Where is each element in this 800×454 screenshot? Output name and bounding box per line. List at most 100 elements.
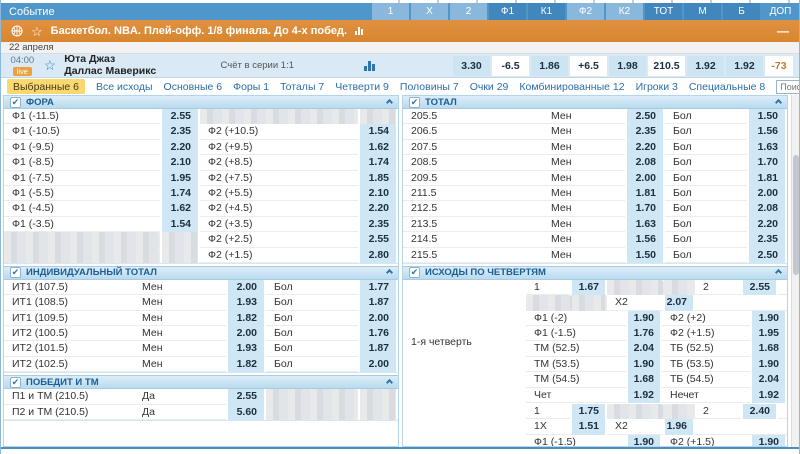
column-header[interactable]: ТОТ	[645, 3, 682, 20]
scrollbar-thumb[interactable]	[793, 155, 799, 275]
odds-cell[interactable]: 1.74	[358, 155, 398, 170]
odds-cell[interactable]: 2.40	[741, 404, 778, 419]
column-header[interactable]: К1	[528, 3, 565, 20]
favorite-star-icon[interactable]: ☆	[31, 25, 43, 38]
odds-cell[interactable]: 1.93	[226, 341, 266, 356]
column-header[interactable]: К2	[606, 3, 643, 20]
odds-cell[interactable]: 1.86	[531, 56, 568, 76]
odds-cell[interactable]: 1.90	[750, 357, 787, 372]
vertical-scrollbar[interactable]	[791, 95, 799, 447]
odds-cell[interactable]: 1.95	[160, 171, 200, 186]
odds-cell[interactable]: 1.68	[626, 372, 662, 387]
column-header[interactable]: ДОП	[762, 3, 799, 20]
odds-cell[interactable]: 1.56	[625, 232, 665, 247]
odds-cell[interactable]: 1.92	[626, 388, 662, 403]
odds-cell[interactable]: 1.62	[358, 140, 398, 155]
chevron-up-icon[interactable]	[386, 269, 393, 276]
odds-cell[interactable]: 2.20	[358, 201, 398, 216]
column-header[interactable]: Б	[723, 3, 760, 20]
odds-cell[interactable]: 1.63	[747, 140, 787, 155]
odds-cell[interactable]: 1.87	[358, 341, 398, 356]
odds-cell[interactable]: 2.08	[625, 155, 665, 170]
odds-cell[interactable]: 1.90	[750, 311, 787, 326]
odds-cell[interactable]: 1.92	[687, 56, 724, 76]
team-names[interactable]: Юта Джаз Даллас Маверикс	[64, 54, 208, 77]
odds-cell[interactable]: 2.80	[358, 248, 398, 263]
odds-cell[interactable]: 2.07	[663, 295, 695, 310]
odds-cell[interactable]: 1.90	[626, 435, 662, 447]
odds-cell[interactable]: 2.04	[626, 341, 662, 356]
odds-cell[interactable]: 2.00	[358, 357, 398, 372]
odds-cell[interactable]	[570, 295, 607, 310]
odds-cell[interactable]: 3.30	[453, 56, 490, 76]
odds-cell[interactable]: 1.74	[160, 186, 200, 201]
odds-cell[interactable]: 1.92	[750, 388, 787, 403]
odds-cell[interactable]: 2.35	[747, 232, 787, 247]
market-tab[interactable]: Выбранные 6	[7, 79, 85, 94]
live-badge[interactable]: live	[13, 67, 32, 76]
odds-cell[interactable]: 1.54	[358, 124, 398, 139]
odds-cell[interactable]	[375, 56, 412, 76]
chevron-up-icon[interactable]	[386, 98, 393, 105]
odds-cell[interactable]	[160, 248, 200, 263]
odds-cell[interactable]: +6.5	[570, 56, 607, 76]
chevron-up-icon[interactable]	[775, 269, 782, 276]
odds-cell[interactable]	[358, 405, 398, 420]
odds-cell[interactable]: 1.81	[625, 186, 665, 201]
market-tab[interactable]: Все исходы	[96, 81, 153, 93]
odds-cell[interactable]: 1.95	[750, 326, 787, 341]
section-checkbox[interactable]: ✔	[409, 97, 420, 108]
odds-cell[interactable]: 2.55	[358, 232, 398, 247]
column-header[interactable]: Ф2	[567, 3, 604, 20]
odds-cell[interactable]: 1.50	[625, 248, 665, 263]
odds-cell[interactable]: 1.82	[226, 311, 266, 326]
odds-cell[interactable]: 2.50	[625, 109, 665, 124]
market-tab[interactable]: Форы 1	[233, 81, 269, 93]
odds-cell[interactable]: 2.35	[160, 124, 200, 139]
odds-cell[interactable]: 1.96	[663, 419, 695, 434]
market-tab[interactable]: Специальные 8	[689, 81, 765, 93]
odds-cell[interactable]: 1.70	[747, 155, 787, 170]
odds-cell[interactable]	[741, 295, 778, 310]
market-tab[interactable]: Основные 6	[164, 81, 223, 93]
chevron-up-icon[interactable]	[386, 379, 393, 386]
column-header[interactable]: 2	[450, 3, 487, 20]
search-input[interactable]	[776, 80, 799, 94]
odds-cell[interactable]: 5.60	[226, 405, 266, 420]
odds-cell[interactable]: 1.82	[226, 357, 266, 372]
odds-cell[interactable]: 210.5	[648, 56, 685, 76]
odds-cell[interactable]: 2.20	[160, 140, 200, 155]
odds-cell[interactable]: 1.87	[358, 295, 398, 310]
odds-cell[interactable]: 1.76	[358, 326, 398, 341]
odds-cell[interactable]: 2.35	[358, 217, 398, 232]
odds-cell[interactable]: 2.50	[747, 248, 787, 263]
column-header[interactable]: 1	[372, 3, 409, 20]
odds-cell[interactable]: 2.20	[625, 140, 665, 155]
odds-cell[interactable]	[663, 404, 695, 419]
odds-cell[interactable]: 1.93	[226, 295, 266, 310]
league-banner[interactable]: ☆ Баскетбол. NBA. Плей-офф. 1/8 финала. …	[1, 20, 799, 42]
match-statistics-icon[interactable]	[364, 61, 375, 71]
odds-cell[interactable]: 1.67	[570, 280, 607, 295]
odds-cell[interactable]: 1.90	[626, 311, 662, 326]
odds-cell[interactable]: 1.98	[609, 56, 646, 76]
market-tab[interactable]: Тоталы 7	[280, 81, 324, 93]
odds-cell[interactable]: 1.51	[570, 419, 607, 434]
odds-cell[interactable]: 1.90	[626, 357, 662, 372]
odds-cell[interactable]: 2.35	[625, 124, 665, 139]
odds-cell[interactable]: 2.00	[625, 171, 665, 186]
odds-cell[interactable]	[358, 389, 398, 404]
odds-cell[interactable]: 2.04	[750, 372, 787, 387]
team1-name[interactable]: Юта Джаз	[64, 54, 208, 66]
odds-cell[interactable]: 2.00	[226, 326, 266, 341]
column-header[interactable]: X	[411, 3, 448, 20]
odds-cell[interactable]: 1.50	[747, 109, 787, 124]
section-checkbox[interactable]: ✔	[10, 97, 21, 108]
market-tab[interactable]: Половины 7	[400, 81, 459, 93]
section-checkbox[interactable]: ✔	[10, 377, 21, 388]
odds-cell[interactable]: 1.54	[160, 217, 200, 232]
market-tab[interactable]: Очки 29	[470, 81, 509, 93]
odds-cell[interactable]: 2.55	[160, 109, 200, 124]
section-checkbox[interactable]: ✔	[10, 267, 21, 278]
odds-cell[interactable]	[663, 280, 695, 295]
